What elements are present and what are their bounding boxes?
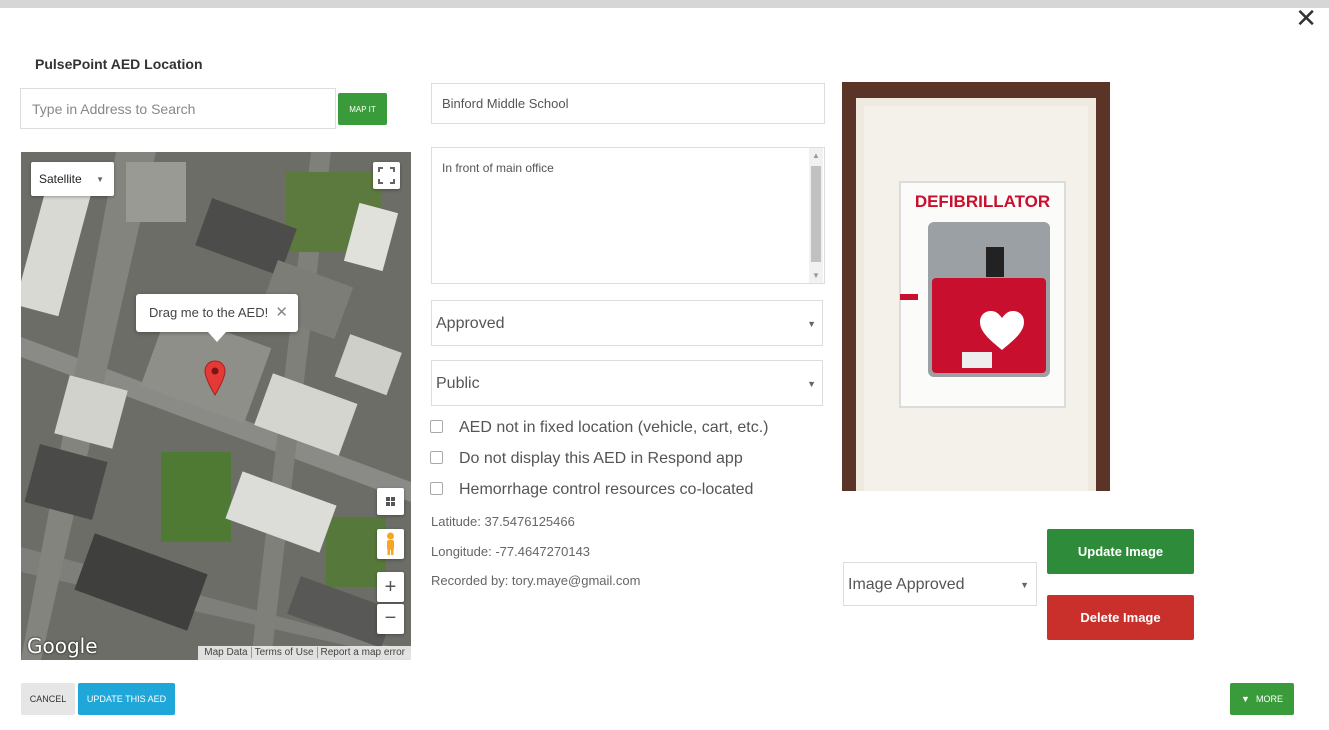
map-type-select[interactable]: Satellite ▼ xyxy=(31,162,114,196)
hide-in-respond-checkbox[interactable] xyxy=(430,451,443,464)
satellite-map[interactable]: Satellite ▼ Drag me to the AED! ✕ + − Go… xyxy=(21,152,411,660)
description-scrollbar[interactable]: ▲ ▼ xyxy=(809,148,823,283)
aed-photo: DEFIBRILLATOR xyxy=(842,82,1110,491)
chevron-down-icon: ▼ xyxy=(96,175,104,184)
terms-of-use-link[interactable]: Terms of Use xyxy=(250,647,317,658)
more-button[interactable]: ▼ MORE xyxy=(1230,683,1294,715)
tooltip-arrow xyxy=(208,332,226,342)
option-label: AED not in fixed location (vehicle, cart… xyxy=(459,419,769,436)
option-hide-in-respond[interactable]: Do not display this AED in Respond app xyxy=(430,450,743,468)
chevron-down-icon: ▼ xyxy=(1241,694,1250,704)
aed-status-select[interactable]: Approved ▼ xyxy=(431,300,823,346)
scrollbar-thumb[interactable] xyxy=(811,166,821,262)
zoom-out-button[interactable]: − xyxy=(377,604,404,634)
map-type-label: Satellite xyxy=(39,172,82,186)
delete-image-button[interactable]: Delete Image xyxy=(1047,595,1194,640)
zoom-in-button[interactable]: + xyxy=(377,572,404,602)
tiles-icon[interactable] xyxy=(377,488,404,515)
address-search-input[interactable] xyxy=(20,88,336,129)
cancel-button[interactable]: CANCEL xyxy=(21,683,75,715)
update-image-button[interactable]: Update Image xyxy=(1047,529,1194,574)
image-status-value: Image Approved xyxy=(848,576,965,593)
page-title: PulsePoint AED Location xyxy=(35,56,203,72)
scroll-up-icon[interactable]: ▲ xyxy=(812,151,820,160)
update-aed-button[interactable]: UPDATE THIS AED xyxy=(78,683,175,715)
aed-name-field[interactable] xyxy=(431,83,825,124)
map-attribution: Map Data Terms of Use Report a map error xyxy=(198,646,411,660)
tooltip-text: Drag me to the AED! xyxy=(149,305,269,320)
option-label: Hemorrhage control resources co-located xyxy=(459,481,754,498)
tooltip-close-icon[interactable]: ✕ xyxy=(275,303,288,321)
more-label: MORE xyxy=(1255,694,1283,704)
longitude-text: Longitude: -77.4647270143 xyxy=(431,544,591,559)
aed-status-value: Approved xyxy=(436,315,505,332)
scroll-down-icon[interactable]: ▼ xyxy=(812,271,820,280)
option-label: Do not display this AED in Respond app xyxy=(459,450,743,467)
latitude-text: Latitude: 37.5476125466 xyxy=(431,514,575,529)
hemorrhage-control-checkbox[interactable] xyxy=(430,482,443,495)
close-icon[interactable]: ✕ xyxy=(1295,6,1317,32)
chevron-down-icon: ▼ xyxy=(807,319,816,329)
report-map-error-link[interactable]: Report a map error xyxy=(316,647,408,658)
map-it-button[interactable]: MAP IT xyxy=(338,93,387,125)
top-bar xyxy=(0,0,1329,8)
map-data-link[interactable]: Map Data xyxy=(201,647,250,658)
map-pin-icon[interactable] xyxy=(204,360,226,401)
option-hemorrhage-control[interactable]: Hemorrhage control resources co-located xyxy=(430,481,753,499)
option-not-fixed-location[interactable]: AED not in fixed location (vehicle, cart… xyxy=(430,419,768,437)
google-logo: Google xyxy=(27,634,98,658)
aed-description-field[interactable]: In front of main office xyxy=(431,147,825,284)
aed-access-select[interactable]: Public ▼ xyxy=(431,360,823,406)
aed-access-value: Public xyxy=(436,375,480,392)
chevron-down-icon: ▼ xyxy=(807,379,816,389)
drag-marker-tooltip: Drag me to the AED! ✕ xyxy=(136,294,298,342)
map-aerial-imagery xyxy=(21,152,411,660)
chevron-down-icon: ▼ xyxy=(1020,580,1029,590)
pegman-icon[interactable] xyxy=(377,529,404,559)
image-status-select[interactable]: Image Approved ▼ xyxy=(843,562,1037,606)
recorded-by-text: Recorded by: tory.maye@gmail.com xyxy=(431,573,641,588)
fullscreen-icon[interactable] xyxy=(373,162,400,189)
not-fixed-location-checkbox[interactable] xyxy=(430,420,443,433)
defibrillator-sign: DEFIBRILLATOR xyxy=(914,192,1051,211)
